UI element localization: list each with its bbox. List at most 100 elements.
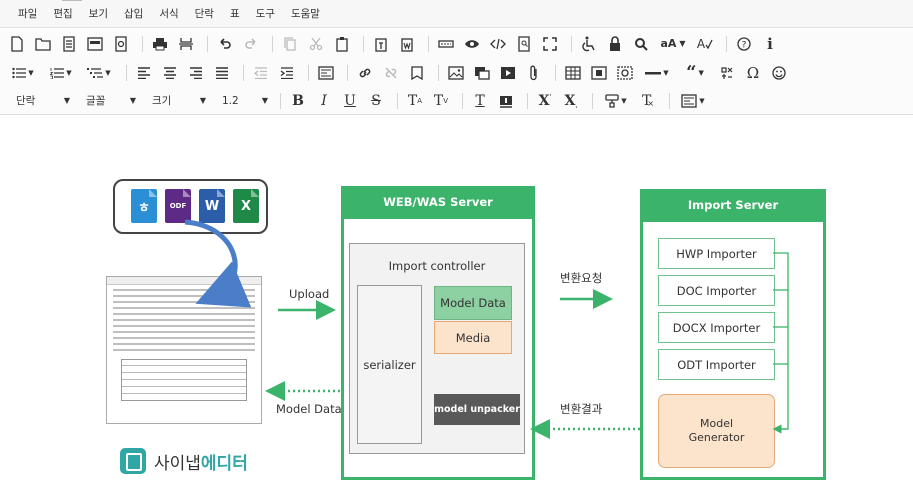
paste-word-icon[interactable]	[396, 33, 418, 55]
fullscreen-icon[interactable]	[539, 33, 561, 55]
import-controller-title: Import controller	[388, 259, 486, 273]
menu-view[interactable]: 보기	[81, 6, 116, 21]
page-break-icon[interactable]	[175, 33, 197, 55]
synap-editor-brand: 사이냅 에디터	[120, 448, 248, 474]
link-icon[interactable]	[354, 62, 376, 84]
font-size-select[interactable]: 크기 ▼	[142, 90, 212, 112]
background-image-icon[interactable]	[471, 62, 493, 84]
emoji-icon[interactable]	[768, 62, 790, 84]
toolbar-separator	[207, 35, 208, 52]
bold-icon[interactable]: B	[287, 90, 309, 112]
accessibility-icon[interactable]	[578, 33, 600, 55]
align-center-icon[interactable]	[159, 62, 181, 84]
help-icon[interactable]: ?	[733, 33, 755, 55]
attachment-icon[interactable]	[523, 62, 545, 84]
align-right-icon[interactable]	[185, 62, 207, 84]
image-icon[interactable]	[445, 62, 467, 84]
spell-check-icon[interactable]: A	[694, 33, 716, 55]
unlink-icon[interactable]	[380, 62, 402, 84]
align-left-icon[interactable]	[133, 62, 155, 84]
convert-request-label: 변환요청	[560, 271, 603, 285]
paragraph-format-dropdown-icon[interactable]: ▼	[676, 90, 710, 112]
toolbar-format: ▼ ▼ ▼ ▼ “▼ Ω	[0, 58, 913, 87]
redo-icon[interactable]	[240, 33, 262, 55]
paragraph-style-icon[interactable]	[315, 62, 337, 84]
menu-table[interactable]: 표	[222, 6, 248, 21]
horizontal-rule-icon[interactable]	[435, 33, 457, 55]
horizontal-line-dropdown-icon[interactable]: ▼	[640, 62, 674, 84]
preview-document-icon[interactable]	[110, 33, 132, 55]
paste-icon[interactable]	[331, 33, 353, 55]
info-icon[interactable]: i	[759, 33, 781, 55]
highlight-color-icon[interactable]	[495, 90, 517, 112]
clear-format-icon[interactable]: T ×	[637, 90, 659, 112]
word-file-letter: W	[204, 198, 220, 214]
line-height-select[interactable]: 1.2 ▼	[212, 90, 274, 112]
paste-text-icon[interactable]	[370, 33, 392, 55]
superscript-icon[interactable]: X '	[534, 90, 556, 112]
align-justify-icon[interactable]	[211, 62, 233, 84]
layer-icon[interactable]	[614, 62, 636, 84]
toolbar-text-style: 단락 ▼ 글꼴 ▼ 크기 ▼ 1.2 ▼ B I U S TA TV T X ' X, ▼…	[0, 87, 913, 115]
thumbnail-text-line	[113, 301, 255, 303]
chevron-down-icon: ▼	[129, 96, 136, 105]
odt-importer-box: ODT Importer	[658, 349, 775, 380]
editor-canvas[interactable]: ㅎ ODF W X 사이냅 에디터 WEB/WAS Server Import …	[0, 116, 913, 504]
menu-format[interactable]: 서식	[151, 6, 186, 21]
thumbnail-text-line	[113, 349, 255, 351]
upload-label: Upload	[289, 287, 330, 301]
font-color-icon[interactable]: T	[469, 90, 491, 112]
indent-icon[interactable]	[276, 62, 298, 84]
font-size-dropdown-icon[interactable]: aA ▼	[656, 33, 690, 55]
video-icon[interactable]	[497, 62, 519, 84]
insert-box-icon[interactable]	[588, 62, 610, 84]
format-painter-icon[interactable]: ▼	[599, 90, 633, 112]
multilevel-list-icon[interactable]: ▼	[82, 62, 116, 84]
strikethrough-icon[interactable]: S	[365, 90, 387, 112]
source-code-icon[interactable]	[487, 33, 509, 55]
search-icon[interactable]	[630, 33, 652, 55]
menu-file[interactable]: 파일	[10, 6, 45, 21]
numbered-list-icon[interactable]: ▼	[44, 62, 78, 84]
tab-stub	[62, 0, 82, 3]
font-family-value: 글꼴	[86, 95, 106, 107]
menu-edit[interactable]: 편집	[45, 6, 80, 21]
bookmark-icon[interactable]	[406, 62, 428, 84]
menu-insert[interactable]: 삽입	[116, 6, 151, 21]
table-icon[interactable]	[562, 62, 584, 84]
underline-icon[interactable]: U	[339, 90, 361, 112]
open-folder-icon[interactable]	[32, 33, 54, 55]
thumbnail-table	[121, 359, 247, 401]
new-document-icon[interactable]	[6, 33, 28, 55]
print-icon[interactable]	[149, 33, 171, 55]
italic-icon[interactable]: I	[313, 90, 335, 112]
chevron-down-icon: ▼	[63, 96, 70, 105]
special-characters-icon[interactable]	[716, 62, 738, 84]
omega-icon[interactable]: Ω	[742, 62, 764, 84]
font-family-select[interactable]: 글꼴 ▼	[76, 90, 142, 112]
paragraph-style-select[interactable]: 단락 ▼	[6, 90, 76, 112]
doc-importer-box: DOC Importer	[658, 275, 775, 306]
template-icon[interactable]	[58, 33, 80, 55]
outdent-icon[interactable]	[250, 62, 272, 84]
menu-paragraph[interactable]: 단락	[187, 6, 222, 21]
toolbar-separator	[438, 64, 439, 81]
menu-help[interactable]: 도움말	[283, 6, 328, 21]
quote-dropdown-icon[interactable]: “▼	[678, 62, 712, 84]
copy-icon[interactable]	[279, 33, 301, 55]
font-shrink-icon[interactable]: TV	[430, 90, 452, 112]
line-height-value: 1.2	[222, 94, 239, 107]
eye-icon[interactable]	[461, 33, 483, 55]
bullet-list-icon[interactable]: ▼	[6, 62, 40, 84]
hwp-importer-box: HWP Importer	[658, 238, 775, 269]
font-grow-icon[interactable]: TA	[404, 90, 426, 112]
toolbar-separator	[280, 92, 281, 109]
menu-tools[interactable]: 도구	[248, 6, 283, 21]
subscript-icon[interactable]: X,	[560, 90, 582, 112]
undo-icon[interactable]	[214, 33, 236, 55]
lock-icon[interactable]	[604, 33, 626, 55]
layout-icon[interactable]	[84, 33, 106, 55]
find-document-icon[interactable]	[513, 33, 535, 55]
toolbar-separator	[555, 64, 556, 81]
cut-icon[interactable]	[305, 33, 327, 55]
